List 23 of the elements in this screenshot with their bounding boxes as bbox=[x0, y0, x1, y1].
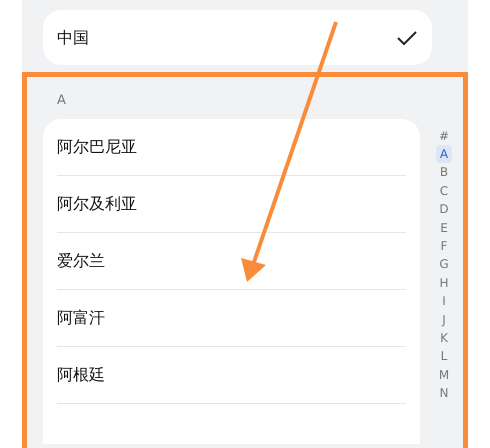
country-item[interactable]: 阿尔及利亚 bbox=[57, 192, 137, 216]
index-letter[interactable]: I bbox=[436, 292, 452, 310]
country-item[interactable]: 阿尔巴尼亚 bbox=[57, 134, 137, 158]
index-letter[interactable]: F bbox=[436, 236, 452, 256]
index-letter[interactable]: L bbox=[436, 347, 452, 366]
country-item[interactable]: 爱尔兰 bbox=[57, 248, 105, 272]
country-item[interactable]: 阿根廷 bbox=[57, 362, 105, 386]
index-letter[interactable]: # bbox=[436, 126, 452, 145]
index-letter[interactable]: B bbox=[436, 163, 452, 182]
index-letter[interactable]: K bbox=[436, 328, 452, 348]
index-letter[interactable]: A bbox=[436, 144, 452, 164]
country-item[interactable]: 阿富汗 bbox=[57, 306, 105, 330]
index-letter[interactable]: G bbox=[436, 255, 452, 274]
region-name: 中国 bbox=[57, 26, 89, 48]
index-letter[interactable]: N bbox=[436, 384, 452, 402]
index-letter[interactable]: C bbox=[436, 182, 452, 200]
section-header: A bbox=[57, 92, 66, 110]
index-letter[interactable]: D bbox=[436, 200, 452, 218]
current-region-item[interactable]: 中国 bbox=[43, 10, 432, 65]
index-letter[interactable]: M bbox=[436, 366, 452, 384]
index-letter[interactable]: H bbox=[436, 274, 452, 292]
index-letter[interactable]: E bbox=[436, 218, 452, 237]
index-letter[interactable]: J bbox=[436, 310, 452, 329]
